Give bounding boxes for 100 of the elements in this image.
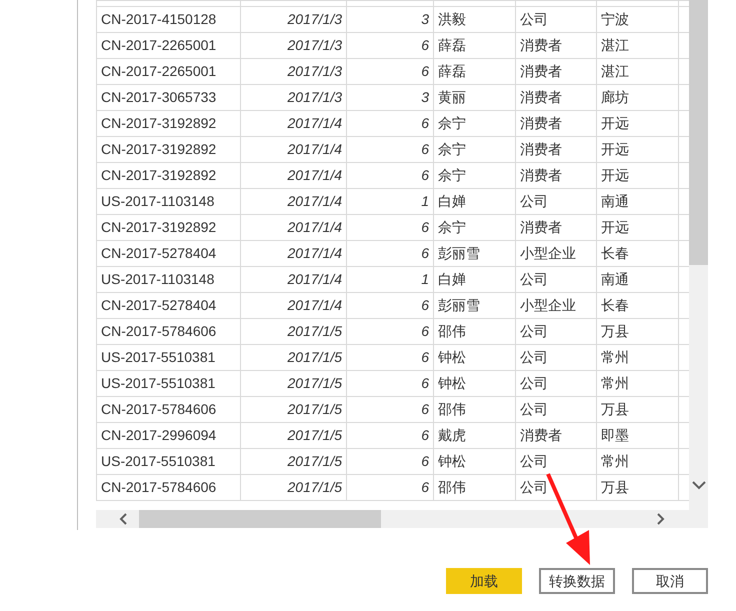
city-cell-text: 常州 [601, 374, 630, 393]
segment-cell-text: 消费者 [520, 62, 563, 81]
date-cell-text: 2017/1/4 [286, 166, 342, 185]
order-id-cell-text: CN-2017-5784606 [101, 400, 218, 419]
date-cell-text: 2017/1/5 [286, 400, 342, 419]
city-cell-text: 宁波 [601, 10, 630, 29]
customer-name-cell-text: 白婵 [438, 192, 467, 211]
customer-name-cell-text: 邵伟 [438, 400, 467, 419]
order-id-cell-text: CN-2017-5278404 [101, 296, 218, 315]
order-id-cell-text: CN-2017-3192892 [101, 166, 218, 185]
order-id-cell-text: CN-2017-3192892 [101, 140, 218, 159]
segment-cell-text: 公司 [520, 10, 549, 29]
scrollbar-thumb[interactable] [139, 510, 381, 528]
city-cell-text: 万县 [601, 400, 630, 419]
customer-name-cell-text: 彭丽雪 [438, 244, 481, 263]
customer-name-cell-text: 钟松 [438, 374, 467, 393]
city-cell-text: 廊坊 [601, 88, 630, 107]
city-cell-text: 开远 [601, 218, 630, 237]
customer-name-cell-text: 佘宁 [438, 218, 467, 237]
customer-name-cell-text: 白婵 [438, 270, 467, 289]
segment-cell-text: 公司 [520, 192, 549, 211]
date-cell-text: 2017/1/3 [286, 88, 342, 107]
quantity-cell-text: 6 [420, 114, 429, 133]
quantity-cell-text: 6 [420, 478, 429, 497]
date-cell-text: 2017/1/5 [286, 348, 342, 367]
date-cell-text: 2017/1/4 [286, 114, 342, 133]
order-id-cell-text: CN-2017-5784606 [101, 322, 218, 341]
quantity-cell-text: 6 [420, 62, 429, 81]
city-cell-text: 即墨 [601, 426, 630, 445]
city-cell-text: 万县 [601, 322, 630, 341]
order-id-cell-text: US-2017-5510381 [101, 374, 216, 393]
customer-name-cell-text: 薛磊 [438, 62, 467, 81]
city-cell-text: 湛江 [601, 36, 630, 55]
segment-cell-text: 小型企业 [520, 244, 577, 263]
quantity-cell-text: 6 [420, 218, 429, 237]
segment-cell-text: 公司 [520, 478, 549, 497]
quantity-cell-text: 6 [420, 452, 429, 471]
segment-cell-text: 公司 [520, 452, 549, 471]
date-cell-text: 2017/1/3 [286, 10, 342, 29]
scrollbar-thumb[interactable] [689, 0, 708, 265]
date-cell-text: 2017/1/5 [286, 374, 342, 393]
city-cell-text: 南通 [601, 270, 630, 289]
city-cell-text: 开远 [601, 114, 630, 133]
city-cell-text: 南通 [601, 192, 630, 211]
horizontal-scrollbar[interactable] [96, 510, 708, 528]
segment-cell-text: 消费者 [520, 426, 563, 445]
quantity-cell-text: 6 [420, 374, 429, 393]
customer-name-cell-text: 钟松 [438, 452, 467, 471]
city-cell-text: 常州 [601, 452, 630, 471]
city-cell-text: 开远 [601, 140, 630, 159]
segment-cell-text: 公司 [520, 348, 549, 367]
quantity-cell-text: 6 [420, 244, 429, 263]
date-cell-text: 2017/1/5 [286, 478, 342, 497]
order-id-cell-text: US-2017-5510381 [101, 348, 216, 367]
customer-name-cell-text: 彭丽雪 [438, 296, 481, 315]
segment-cell-text: 消费者 [520, 166, 563, 185]
quantity-cell-text: 6 [420, 426, 429, 445]
customer-name-cell-text: 戴虎 [438, 426, 467, 445]
quantity-cell-text: 6 [420, 322, 429, 341]
quantity-cell-text: 3 [420, 10, 429, 29]
date-cell-text: 2017/1/5 [286, 426, 342, 445]
date-cell-text: 2017/1/4 [286, 270, 342, 289]
segment-cell-text: 公司 [520, 322, 549, 341]
city-cell-text: 长春 [601, 296, 630, 315]
order-id-cell-text: US-2017-5510381 [101, 452, 216, 471]
order-id-cell-text: CN-2017-3192892 [101, 218, 218, 237]
order-id-cell-text: CN-2017-5278404 [101, 244, 218, 263]
dialog-button[interactable]: 取消 [632, 568, 708, 594]
segment-cell-text: 消费者 [520, 88, 563, 107]
date-cell-text: 2017/1/4 [286, 218, 342, 237]
city-cell-text: 开远 [601, 166, 630, 185]
segment-cell-text: 消费者 [520, 218, 563, 237]
quantity-cell-text: 6 [420, 296, 429, 315]
customer-name-cell-text: 佘宁 [438, 140, 467, 159]
customer-name-cell-text: 钟松 [438, 348, 467, 367]
segment-cell-text: 公司 [520, 400, 549, 419]
customer-name-cell-text: 薛磊 [438, 36, 467, 55]
order-id-cell-text: CN-2017-3192892 [101, 114, 218, 133]
load-button[interactable]: 加载 [446, 568, 522, 594]
date-cell-text: 2017/1/3 [286, 36, 342, 55]
quantity-cell-text: 6 [420, 36, 429, 55]
segment-cell-text: 消费者 [520, 114, 563, 133]
date-cell-text: 2017/1/4 [286, 192, 342, 211]
dialog-button[interactable]: 转换数据 [539, 568, 615, 594]
segment-cell-text: 小型企业 [520, 296, 577, 315]
city-cell-text: 万县 [601, 478, 630, 497]
city-cell-text: 长春 [601, 244, 630, 263]
date-cell-text: 2017/1/5 [286, 322, 342, 341]
customer-name-cell-text: 佘宁 [438, 166, 467, 185]
segment-cell-text: 消费者 [520, 140, 563, 159]
date-cell-text: 2017/1/3 [286, 62, 342, 81]
order-id-cell-text: CN-2017-3065733 [101, 88, 218, 107]
date-cell-text: 2017/1/4 [286, 244, 342, 263]
customer-name-cell-text: 佘宁 [438, 114, 467, 133]
quantity-cell-text: 1 [420, 192, 429, 211]
city-cell-text: 湛江 [601, 62, 630, 81]
vertical-scrollbar[interactable] [689, 0, 708, 510]
segment-cell-text: 公司 [520, 374, 549, 393]
customer-name-cell-text: 黄丽 [438, 88, 467, 107]
quantity-cell-text: 1 [420, 270, 429, 289]
